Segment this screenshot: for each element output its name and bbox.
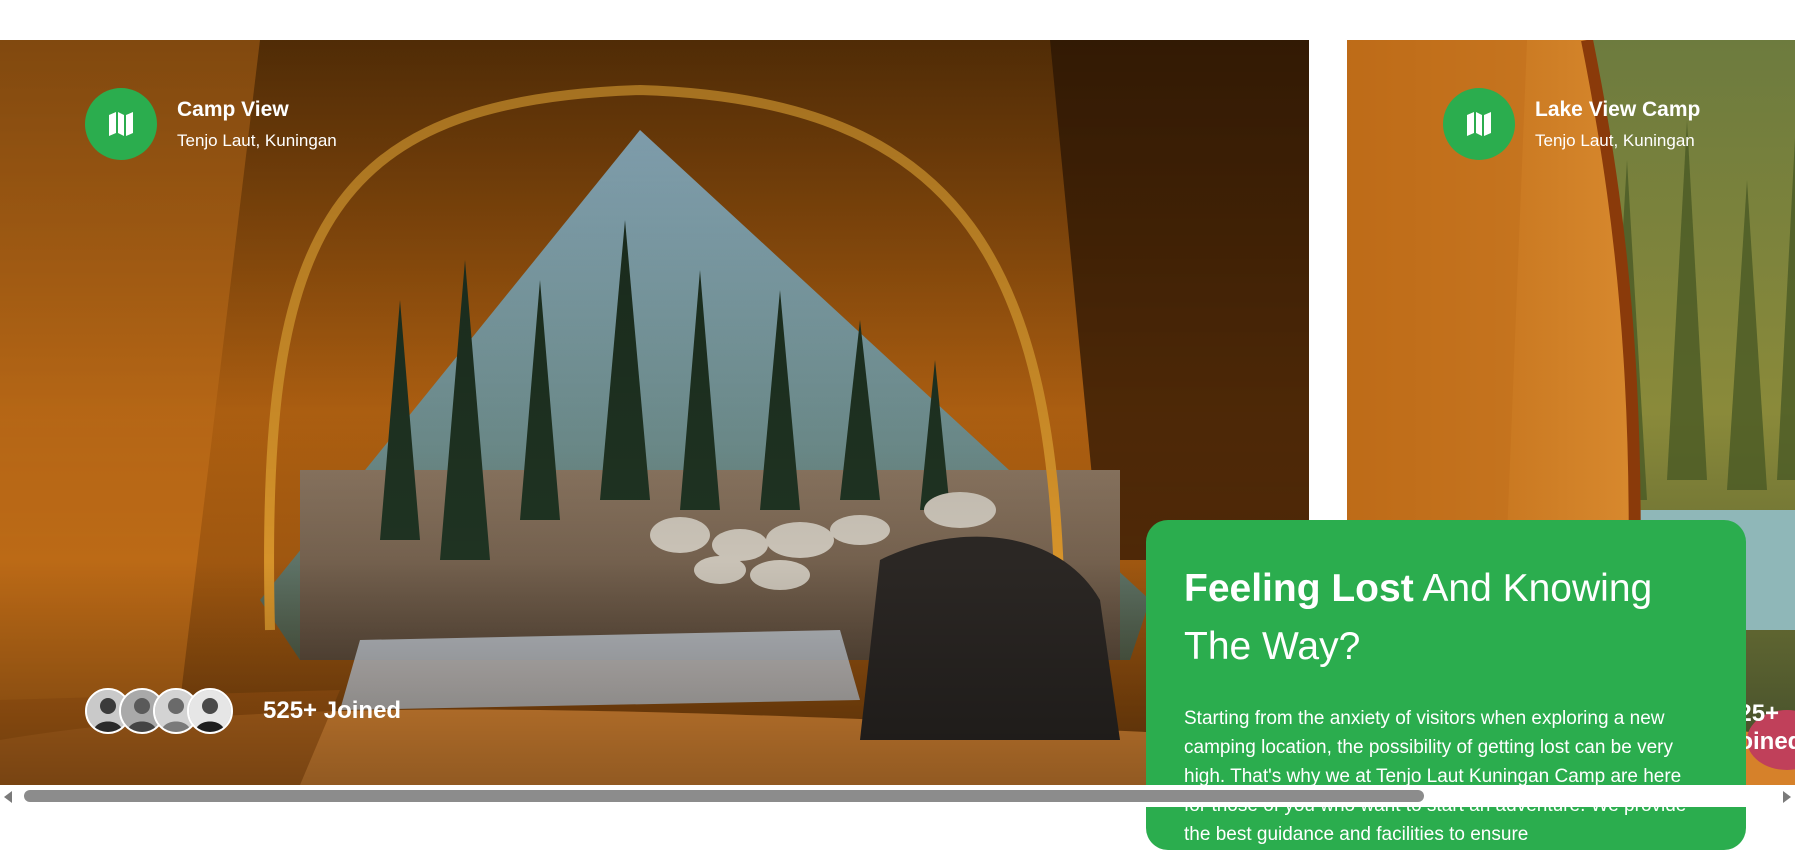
scroll-right-arrow-icon[interactable] [1783, 791, 1791, 803]
info-body: Starting from the anxiety of visitors wh… [1184, 708, 1686, 845]
scroll-left-arrow-icon[interactable] [4, 791, 12, 803]
info-heading-bold: Feeling Lost [1184, 567, 1414, 610]
map-icon [85, 88, 157, 160]
location-header: Camp View Tenjo Laut, Kuningan [85, 88, 337, 160]
camp-card-camp-view[interactable]: Camp View Tenjo Laut, Kuningan 525+ Join… [0, 40, 1309, 785]
camp-location: Tenjo Laut, Kuningan [1535, 131, 1695, 150]
camp-location: Tenjo Laut, Kuningan [177, 131, 337, 150]
joined-count: 525+ Joined [263, 697, 402, 724]
camp-title: Lake View Camp [1535, 98, 1701, 121]
avatar [187, 688, 233, 734]
horizontal-scrollbar[interactable] [0, 785, 1795, 807]
scrollbar-thumb[interactable] [24, 790, 1424, 802]
location-header: Lake View Camp Tenjo Laut, Kuningan [1443, 88, 1700, 160]
joined-group: 525+ Joined [85, 688, 401, 734]
info-heading: Feeling Lost And Knowing The Way? [1184, 560, 1708, 676]
map-icon [1443, 88, 1515, 160]
avatar-stack [85, 688, 233, 734]
camp-title: Camp View [177, 98, 289, 121]
